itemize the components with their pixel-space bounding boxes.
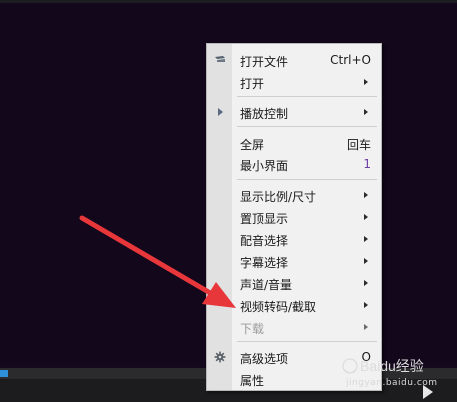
svg-text:Baidu经验: Baidu经验: [360, 358, 424, 374]
annotation-arrow-shaft: [79, 215, 215, 297]
annotation-arrow-head: [202, 282, 236, 308]
annotation-arrow: [79, 215, 236, 308]
watermark-url: jingyan.baidu.com: [346, 378, 438, 388]
